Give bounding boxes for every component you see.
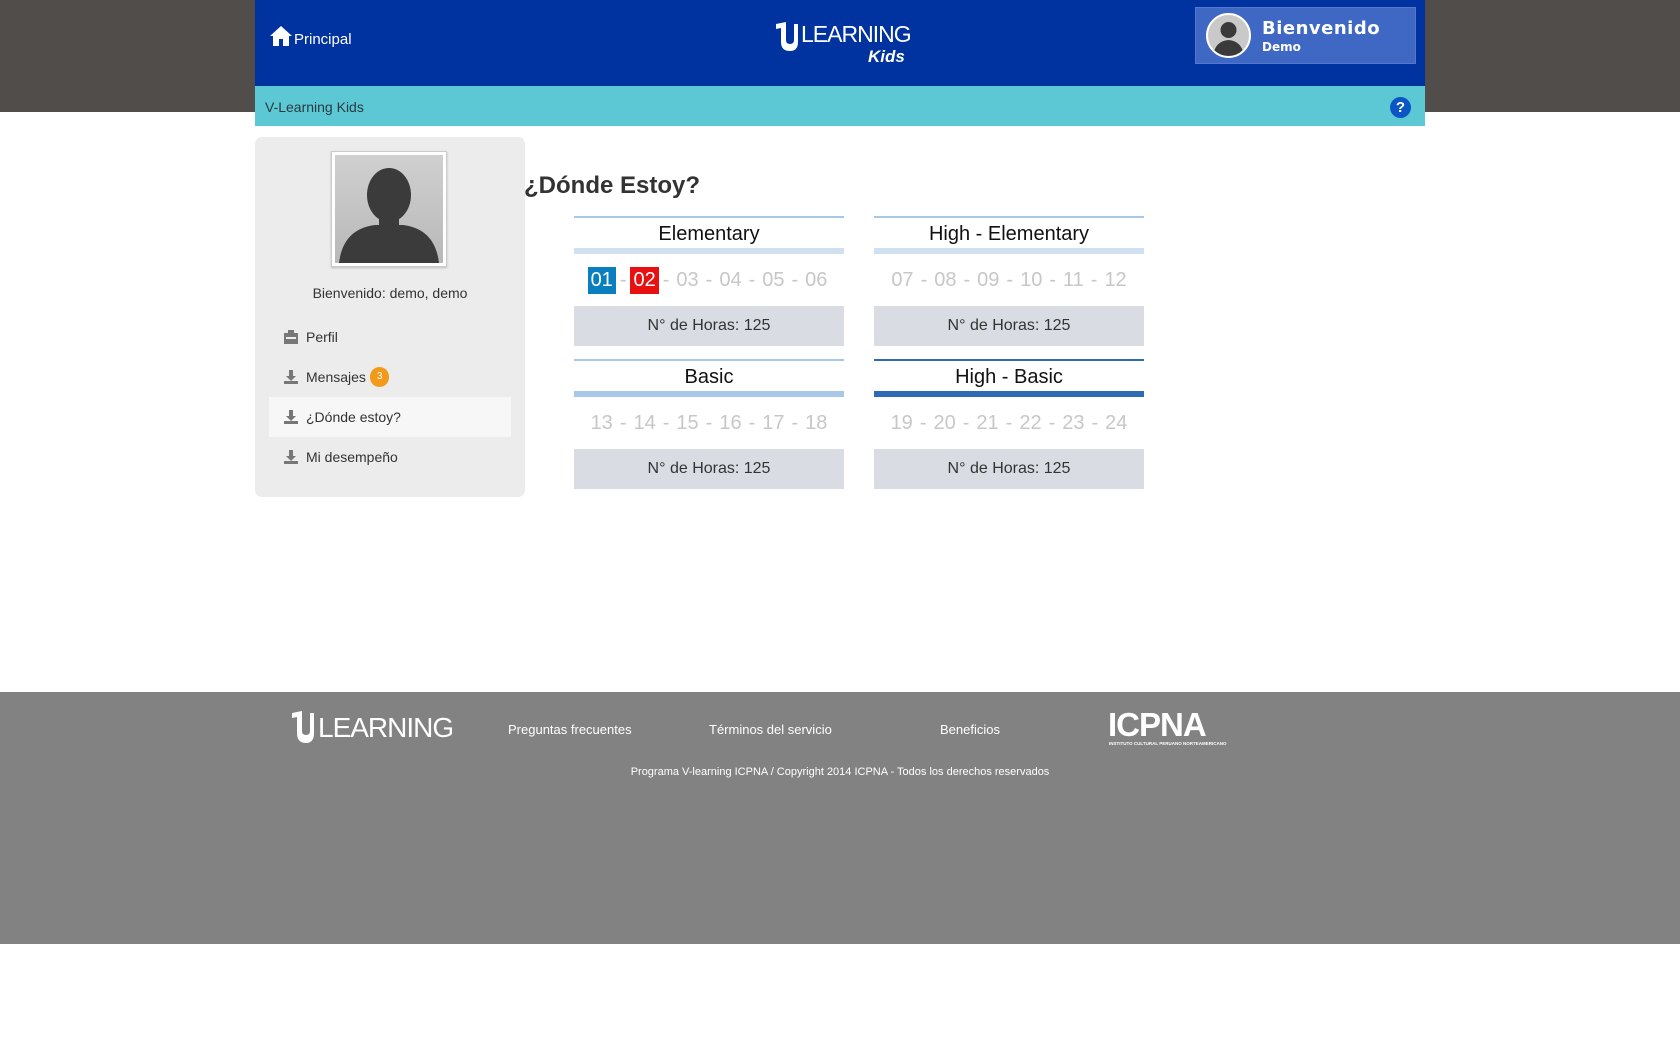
svg-text:ICPNA: ICPNA	[1108, 708, 1206, 743]
cycle-item: 14	[633, 411, 656, 434]
cycle-item: 07	[891, 268, 914, 291]
cycle-item: 10	[1020, 268, 1043, 291]
sidebar-item-mi-desempeno[interactable]: Mi desempeño	[269, 437, 511, 477]
user-name: Demo	[1262, 39, 1301, 54]
hours-label: N° de Horas: 125	[874, 449, 1144, 489]
site-section-title: V-Learning Kids	[265, 99, 364, 115]
vlearning-kids-logo[interactable]: LEARNING Kids	[774, 20, 912, 66]
sidebar-item-perfil[interactable]: Perfil	[269, 317, 511, 357]
cycle-item: 20	[933, 411, 956, 434]
hours-label: N° de Horas: 125	[574, 306, 844, 346]
level-card-elementary: Elementary 01-02-03-04-05-06 N° de Horas…	[574, 216, 844, 346]
profile-picture	[331, 151, 447, 267]
footer-vlearning-logo: LEARNING	[290, 707, 454, 751]
sidebar-item-label: Mensajes	[306, 369, 366, 385]
sidebar-item-mensajes[interactable]: Mensajes 3	[269, 357, 511, 397]
download-icon	[284, 370, 298, 384]
cycle-item: 22	[1019, 411, 1042, 434]
cycle-item: 03	[676, 268, 699, 291]
level-title: High - Elementary	[874, 216, 1144, 254]
cycle-item: 08	[934, 268, 957, 291]
level-title: Elementary	[574, 216, 844, 254]
cycle-item: 18	[805, 411, 828, 434]
sidebar-item-label: Perfil	[306, 329, 338, 345]
cycle-item: 13	[590, 411, 613, 434]
sidebar-item-donde-estoy[interactable]: ¿Dónde estoy?	[269, 397, 511, 437]
messages-count-badge: 3	[369, 367, 390, 387]
cycle-item: 05	[762, 268, 785, 291]
svg-text:LEARNING: LEARNING	[318, 712, 452, 743]
cycle-item: 23	[1062, 411, 1085, 434]
cycle-list: 07-08-09-10-11-12	[874, 254, 1144, 306]
header: Principal LEARNING Kids Bienvenido Demo	[255, 0, 1425, 86]
help-icon[interactable]: ?	[1390, 97, 1411, 118]
cycle-list: 13-14-15-16-17-18	[574, 397, 844, 449]
download-icon	[284, 450, 298, 464]
footer: LEARNING Preguntas frecuentes Términos d…	[0, 692, 1680, 944]
level-title: Basic	[574, 359, 844, 397]
cycle-list: 19-20-21-22-23-24	[874, 397, 1144, 449]
download-icon	[284, 410, 298, 424]
footer-link-faq[interactable]: Preguntas frecuentes	[508, 722, 632, 737]
sidebar-menu: Perfil Mensajes 3 ¿Dónde estoy? Mi desem…	[269, 317, 511, 477]
level-title: High - Basic	[874, 359, 1144, 397]
cycle-item[interactable]: 02	[630, 266, 659, 294]
svg-text:LEARNING: LEARNING	[801, 21, 910, 47]
level-card-basic: Basic 13-14-15-16-17-18 N° de Horas: 125	[574, 359, 844, 489]
user-welcome-box[interactable]: Bienvenido Demo	[1195, 7, 1416, 64]
sidebar-item-label: Mi desempeño	[306, 449, 398, 465]
icpna-logo: ICPNA INSTITUTO CULTURAL PERUANO NORTEAM…	[1108, 706, 1236, 748]
cycle-item: 21	[976, 411, 999, 434]
sidebar-welcome: Bienvenido: demo, demo	[312, 285, 468, 301]
svg-text:INSTITUTO CULTURAL PERUANO NOR: INSTITUTO CULTURAL PERUANO NORTEAMERICAN…	[1109, 741, 1227, 746]
profile-icon	[284, 330, 298, 344]
cycle-item: 11	[1063, 268, 1084, 291]
hours-label: N° de Horas: 125	[874, 306, 1144, 346]
sidebar: Bienvenido: demo, demo Perfil Mensajes 3…	[255, 137, 525, 497]
page-title: ¿Dónde Estoy?	[524, 172, 701, 199]
cycle-item: 04	[719, 268, 742, 291]
cycle-item: 09	[977, 268, 1000, 291]
cycle-item: 12	[1104, 268, 1127, 291]
user-avatar	[1206, 13, 1251, 58]
level-card-high-elementary: High - Elementary 07-08-09-10-11-12 N° d…	[874, 216, 1144, 346]
cycle-list: 01-02-03-04-05-06	[574, 254, 844, 306]
svg-text:Kids: Kids	[868, 47, 905, 66]
home-icon	[270, 26, 292, 46]
home-label: Principal	[294, 31, 352, 48]
footer-link-benefits[interactable]: Beneficios	[940, 722, 1000, 737]
cycle-item: 19	[890, 411, 913, 434]
cycle-item[interactable]: 01	[587, 266, 616, 294]
hours-label: N° de Horas: 125	[574, 449, 844, 489]
cycle-item: 15	[676, 411, 699, 434]
footer-link-terms[interactable]: Términos del servicio	[709, 722, 832, 737]
copyright-text: Programa V-learning ICPNA / Copyright 20…	[630, 766, 1050, 778]
cycle-item: 06	[805, 268, 828, 291]
cycle-item: 16	[719, 411, 742, 434]
sidebar-item-label: ¿Dónde estoy?	[306, 409, 401, 425]
cycle-item: 24	[1105, 411, 1128, 434]
cycle-item: 17	[762, 411, 785, 434]
level-card-high-basic: High - Basic 19-20-21-22-23-24 N° de Hor…	[874, 359, 1144, 489]
home-link[interactable]: Principal	[269, 24, 352, 48]
sub-bar: V-Learning Kids ?	[255, 86, 1425, 126]
user-greeting: Bienvenido	[1262, 17, 1381, 39]
